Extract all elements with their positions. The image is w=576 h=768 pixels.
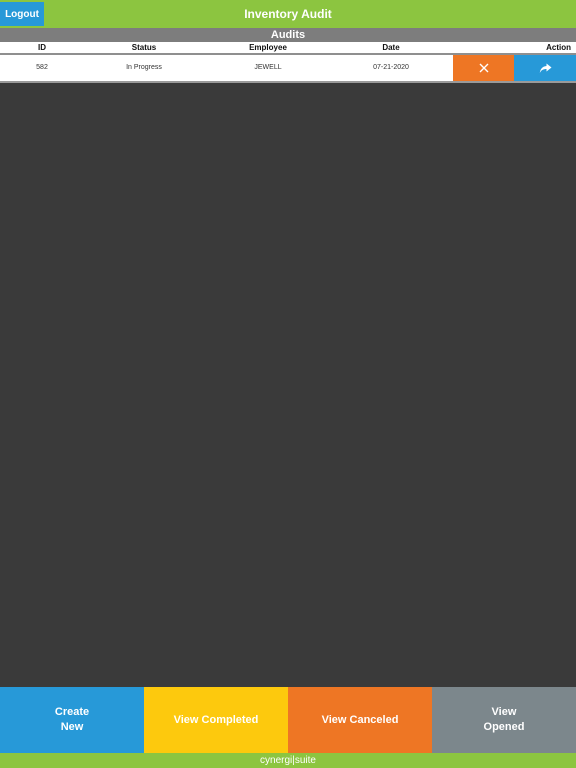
column-header-employee: Employee: [249, 43, 287, 52]
column-header-action: Action: [546, 43, 571, 52]
view-opened-button[interactable]: View Opened: [432, 687, 576, 753]
page-title: Inventory Audit: [244, 7, 332, 21]
table-header: ID Status Employee Date Action: [0, 42, 576, 53]
logout-button[interactable]: Logout: [0, 2, 44, 26]
cell-status: In Progress: [126, 64, 162, 71]
cell-employee: JEWELL: [254, 64, 282, 71]
cell-id: 582: [36, 64, 48, 71]
brand-logo-text: cynergi|suite: [260, 755, 316, 766]
create-new-label: Create New: [54, 706, 90, 733]
close-icon: [479, 63, 488, 73]
column-header-status: Status: [131, 43, 157, 52]
cell-date: 07-21-2020: [373, 64, 409, 71]
app-header: Logout Inventory Audit: [0, 0, 576, 28]
cancel-audit-button[interactable]: [453, 55, 514, 81]
bottom-action-bar: Create New View Completed View Canceled …: [0, 687, 576, 753]
table-row[interactable]: 582 In Progress JEWELL 07-21-2020: [0, 55, 576, 83]
section-title: Audits: [270, 29, 306, 41]
view-completed-button[interactable]: View Completed: [144, 687, 288, 753]
share-arrow-icon: [539, 63, 551, 73]
column-header-date: Date: [382, 43, 400, 52]
view-opened-label: View Opened: [483, 706, 525, 733]
view-canceled-button[interactable]: View Canceled: [288, 687, 432, 753]
audits-section-bar: Audits: [0, 28, 576, 42]
view-canceled-label: View Canceled: [321, 713, 399, 726]
view-completed-label: View Completed: [173, 713, 259, 726]
create-new-button[interactable]: Create New: [0, 687, 144, 753]
open-audit-button[interactable]: [514, 55, 576, 81]
column-header-id: ID: [38, 43, 46, 52]
footer: cynergi|suite: [0, 753, 576, 768]
